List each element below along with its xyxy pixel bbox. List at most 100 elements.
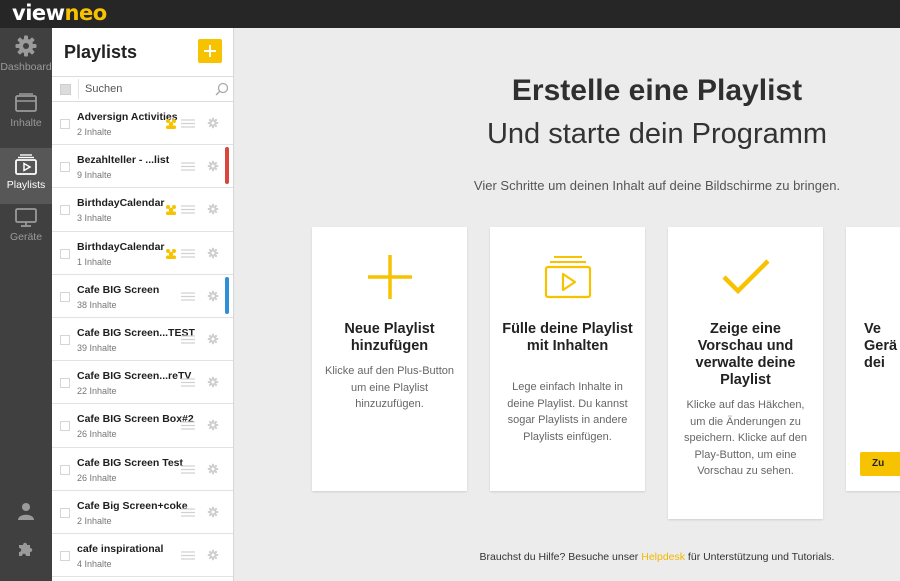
gear-icon[interactable]: [207, 506, 219, 518]
gear-icon[interactable]: [207, 290, 219, 302]
playlist-name: Cafe BIG Screen...reTV: [77, 370, 192, 383]
playlist-name: Bezahlteller - ...list: [77, 154, 170, 167]
drag-handle-icon[interactable]: [181, 119, 195, 128]
playlist-row-checkbox[interactable]: [60, 334, 70, 345]
playlist-row-checkbox[interactable]: [60, 205, 70, 216]
monitor-icon: [15, 208, 37, 227]
playlist-color-marker: [225, 276, 229, 314]
playlist-item-count: 22 Inhalte: [77, 386, 117, 397]
playlist-row[interactable]: BirthdayCalendar 1 Inhalte: [52, 232, 233, 275]
plugins-button[interactable]: [0, 540, 52, 563]
gear-icon[interactable]: [207, 419, 219, 431]
drag-handle-icon[interactable]: [181, 248, 195, 258]
help-text-after: für Unterstützung und Tutorials.: [685, 551, 835, 563]
logo-text-neo: neo: [64, 1, 108, 25]
playlist-row[interactable]: Cafe BIG Screen Test 26 Inhalte: [52, 448, 233, 491]
gear-icon[interactable]: [207, 117, 219, 129]
playlist-item-count: 38 Inhalte: [77, 299, 117, 310]
playlist-row[interactable]: Cafe Big Screen+coke 2 Inhalte: [52, 491, 233, 534]
playlist-row-checkbox[interactable]: [60, 119, 70, 129]
checkmark-icon: [721, 259, 770, 295]
playlist-item-count: 4 Inhalte: [77, 558, 112, 569]
help-text: Brauchst du Hilfe? Besuche unser Helpdes…: [234, 551, 900, 563]
user-profile-button[interactable]: [0, 502, 52, 525]
intro-text: Vier Schritte um deinen Inhalt auf deine…: [473, 178, 841, 193]
drag-handle-icon[interactable]: [181, 162, 195, 171]
playlist-name: BirthdayCalendar: [77, 240, 165, 253]
playlist-row[interactable]: BirthdayCalendar 3 Inhalte: [52, 188, 233, 232]
helpdesk-link[interactable]: Helpdesk: [641, 551, 685, 563]
step-card-title: Ve Gerä dei: [864, 321, 898, 371]
playlist-icon: [15, 154, 37, 175]
playlist-row-checkbox[interactable]: [60, 291, 70, 302]
nav-item-dashboard[interactable]: Dashboard: [0, 34, 52, 90]
playlist-item-count: 2 Inhalte: [77, 515, 112, 526]
gear-icon[interactable]: [207, 247, 219, 259]
step-card-title: Neue Playlist hinzufügen: [344, 321, 435, 354]
playlist-row[interactable]: Bezahlteller - ...list 9 Inhalte: [52, 145, 233, 189]
step-card-button[interactable]: Zu: [860, 452, 900, 476]
team-icon: [166, 119, 176, 129]
playlist-name: Adversign Activities: [77, 111, 178, 123]
playlist-row-checkbox[interactable]: [60, 507, 70, 518]
user-icon: [18, 503, 34, 520]
gear-icon[interactable]: [207, 160, 219, 172]
playlist-row-checkbox[interactable]: [60, 378, 70, 389]
playlist-row[interactable]: Cafe BIG Screen...reTV 22 Inhalte: [52, 361, 233, 405]
drag-handle-icon[interactable]: [181, 335, 195, 344]
search-bar: [52, 76, 233, 102]
gear-icon[interactable]: [207, 463, 219, 475]
playlist-item-count: 9 Inhalte: [77, 170, 112, 181]
drag-handle-icon[interactable]: [181, 292, 195, 301]
drag-handle-icon[interactable]: [181, 421, 195, 430]
playlist-item-count: 1 Inhalte: [77, 256, 112, 267]
search-icon[interactable]: [215, 82, 229, 96]
playlist-icon: [544, 256, 591, 299]
playlist-name: Cafe BIG Screen...TEST: [77, 326, 195, 339]
drag-handle-icon[interactable]: [181, 508, 195, 517]
drag-handle-icon[interactable]: [181, 551, 195, 560]
step-card-text: Lege einfach Inhalte in deine Playlist. …: [507, 381, 628, 443]
select-all-checkbox[interactable]: [60, 84, 71, 95]
gear-icon[interactable]: [207, 376, 219, 388]
nav-label-inhalte: Inhalte: [10, 117, 42, 129]
nav-item-geraete[interactable]: Geräte: [0, 206, 52, 262]
team-icon: [166, 248, 176, 259]
playlist-row-checkbox[interactable]: [60, 550, 70, 561]
drag-handle-icon[interactable]: [181, 378, 195, 387]
nav-item-inhalte[interactable]: Inhalte: [0, 92, 52, 148]
viewneo-logo[interactable]: viewneo: [12, 1, 107, 25]
playlist-row[interactable]: Cafe BIG Screen 38 Inhalte: [52, 275, 233, 318]
step-card-2: Fülle deine Playlist mit Inhalten Lege e…: [490, 227, 645, 491]
plus-icon: [204, 45, 216, 57]
plus-icon: [367, 255, 412, 299]
playlist-name: Cafe BIG Screen Test: [77, 456, 184, 469]
playlist-row[interactable]: Adversign Activities 2 Inhalte: [52, 102, 233, 146]
page-subtitle: Und starte dein Programm: [486, 118, 828, 150]
add-playlist-button[interactable]: [198, 39, 222, 63]
step-card-title: Fülle deine Playlist mit Inhalten: [502, 321, 633, 354]
playlist-item-count: 39 Inhalte: [77, 342, 117, 353]
gear-icon[interactable]: [207, 549, 219, 561]
search-input[interactable]: [78, 79, 208, 99]
playlist-item-count: 26 Inhalte: [77, 472, 117, 483]
playlist-item-count: 2 Inhalte: [77, 127, 112, 137]
playlist-row-checkbox[interactable]: [60, 464, 70, 475]
playlist-item-count: 3 Inhalte: [77, 213, 112, 224]
drag-handle-icon[interactable]: [181, 205, 195, 214]
step-card-1: Neue Playlist hinzufügen Klicke auf den …: [312, 227, 467, 491]
gear-icon[interactable]: [207, 203, 219, 215]
step-card-4: Ve Gerä dei Zu: [846, 227, 900, 491]
playlist-row-checkbox[interactable]: [60, 162, 70, 173]
nav-item-playlists[interactable]: Playlists: [0, 148, 52, 204]
playlist-row-checkbox[interactable]: [60, 248, 70, 259]
playlist-row[interactable]: cafe inspirational 4 Inhalte: [52, 534, 233, 578]
drag-handle-icon[interactable]: [181, 464, 195, 474]
step-card-title: Zeige eine Vorschau und verwalte deine P…: [695, 321, 796, 388]
playlist-row[interactable]: Cafe BIG Screen...TEST 39 Inhalte: [52, 318, 233, 362]
gear-icon[interactable]: [207, 333, 219, 345]
puzzle-icon: [19, 542, 33, 556]
playlist-row[interactable]: Cafe BIG Screen Box#2 26 Inhalte: [52, 404, 233, 448]
playlist-row-checkbox[interactable]: [60, 421, 70, 432]
nav-label-playlists: Playlists: [6, 179, 46, 191]
